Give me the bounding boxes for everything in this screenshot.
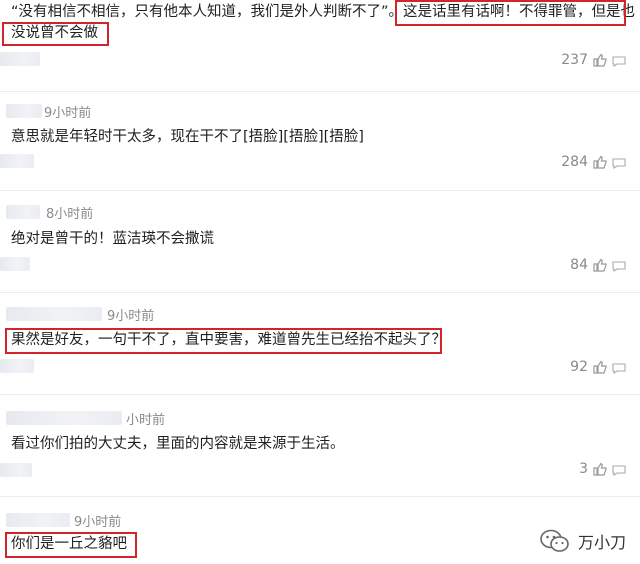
comment-item: 8小时前 绝对是曾干的！蓝洁瑛不会撒谎 84: [0, 191, 640, 291]
like-button[interactable]: 92: [570, 359, 626, 375]
watermark-text: 万小刀: [577, 533, 626, 552]
comment-item: 小时前 看过你们拍的大丈夫，里面的内容就是来源于生活。 3: [0, 395, 640, 495]
comment-time: 8小时前: [46, 207, 94, 222]
highlight-box: [2, 22, 109, 46]
blurred-username: [6, 411, 122, 425]
like-count: 3: [579, 461, 588, 477]
blurred-username: [6, 513, 70, 527]
highlight-box: [5, 532, 137, 558]
like-button[interactable]: 237: [561, 52, 626, 68]
blurred-username: [0, 52, 40, 66]
like-count: 92: [570, 359, 588, 375]
blurred-username: [0, 154, 34, 168]
blurred-username: [0, 463, 32, 477]
blurred-username: [6, 104, 42, 118]
reply-icon: [612, 363, 626, 374]
like-button[interactable]: 284: [561, 154, 626, 170]
thumbs-up-icon: [593, 360, 607, 374]
like-count: 237: [561, 52, 588, 68]
reply-icon: [612, 261, 626, 272]
like-button[interactable]: 84: [570, 257, 626, 273]
thumbs-up-icon: [593, 53, 607, 67]
blurred-username: [6, 205, 40, 219]
thumbs-up-icon: [593, 258, 607, 272]
reply-icon: [612, 56, 626, 67]
reply-icon: [612, 465, 626, 476]
comment-text-line: 看过你们拍的大丈夫，里面的内容就是来源于生活。: [11, 436, 345, 452]
highlight-box: [5, 328, 442, 354]
comment-time: 9小时前: [107, 309, 155, 324]
comment-time: 9小时前: [44, 106, 92, 121]
comment-time: 小时前: [126, 413, 166, 428]
watermark: 万小刀: [540, 528, 626, 554]
blurred-username: [0, 359, 34, 373]
blurred-username: [6, 307, 102, 321]
comment-item: 9小时前 意思就是年轻时干太多，现在干不了[捂脸][捂脸][捂脸] 284: [0, 92, 640, 187]
comment-time: 9小时前: [74, 515, 122, 530]
comment-text-line: 绝对是曾干的！蓝洁瑛不会撒谎: [11, 231, 214, 247]
like-count: 284: [561, 154, 588, 170]
like-button[interactable]: 3: [579, 461, 626, 477]
wechat-logo-icon: [540, 529, 569, 552]
like-count: 84: [570, 257, 588, 273]
thumbs-up-icon: [593, 462, 607, 476]
highlight-box: [395, 0, 626, 26]
comment-text-line: 意思就是年轻时干太多，现在干不了[捂脸][捂脸][捂脸]: [11, 129, 364, 145]
reply-icon: [612, 158, 626, 169]
thumbs-up-icon: [593, 155, 607, 169]
blurred-username: [0, 257, 30, 271]
